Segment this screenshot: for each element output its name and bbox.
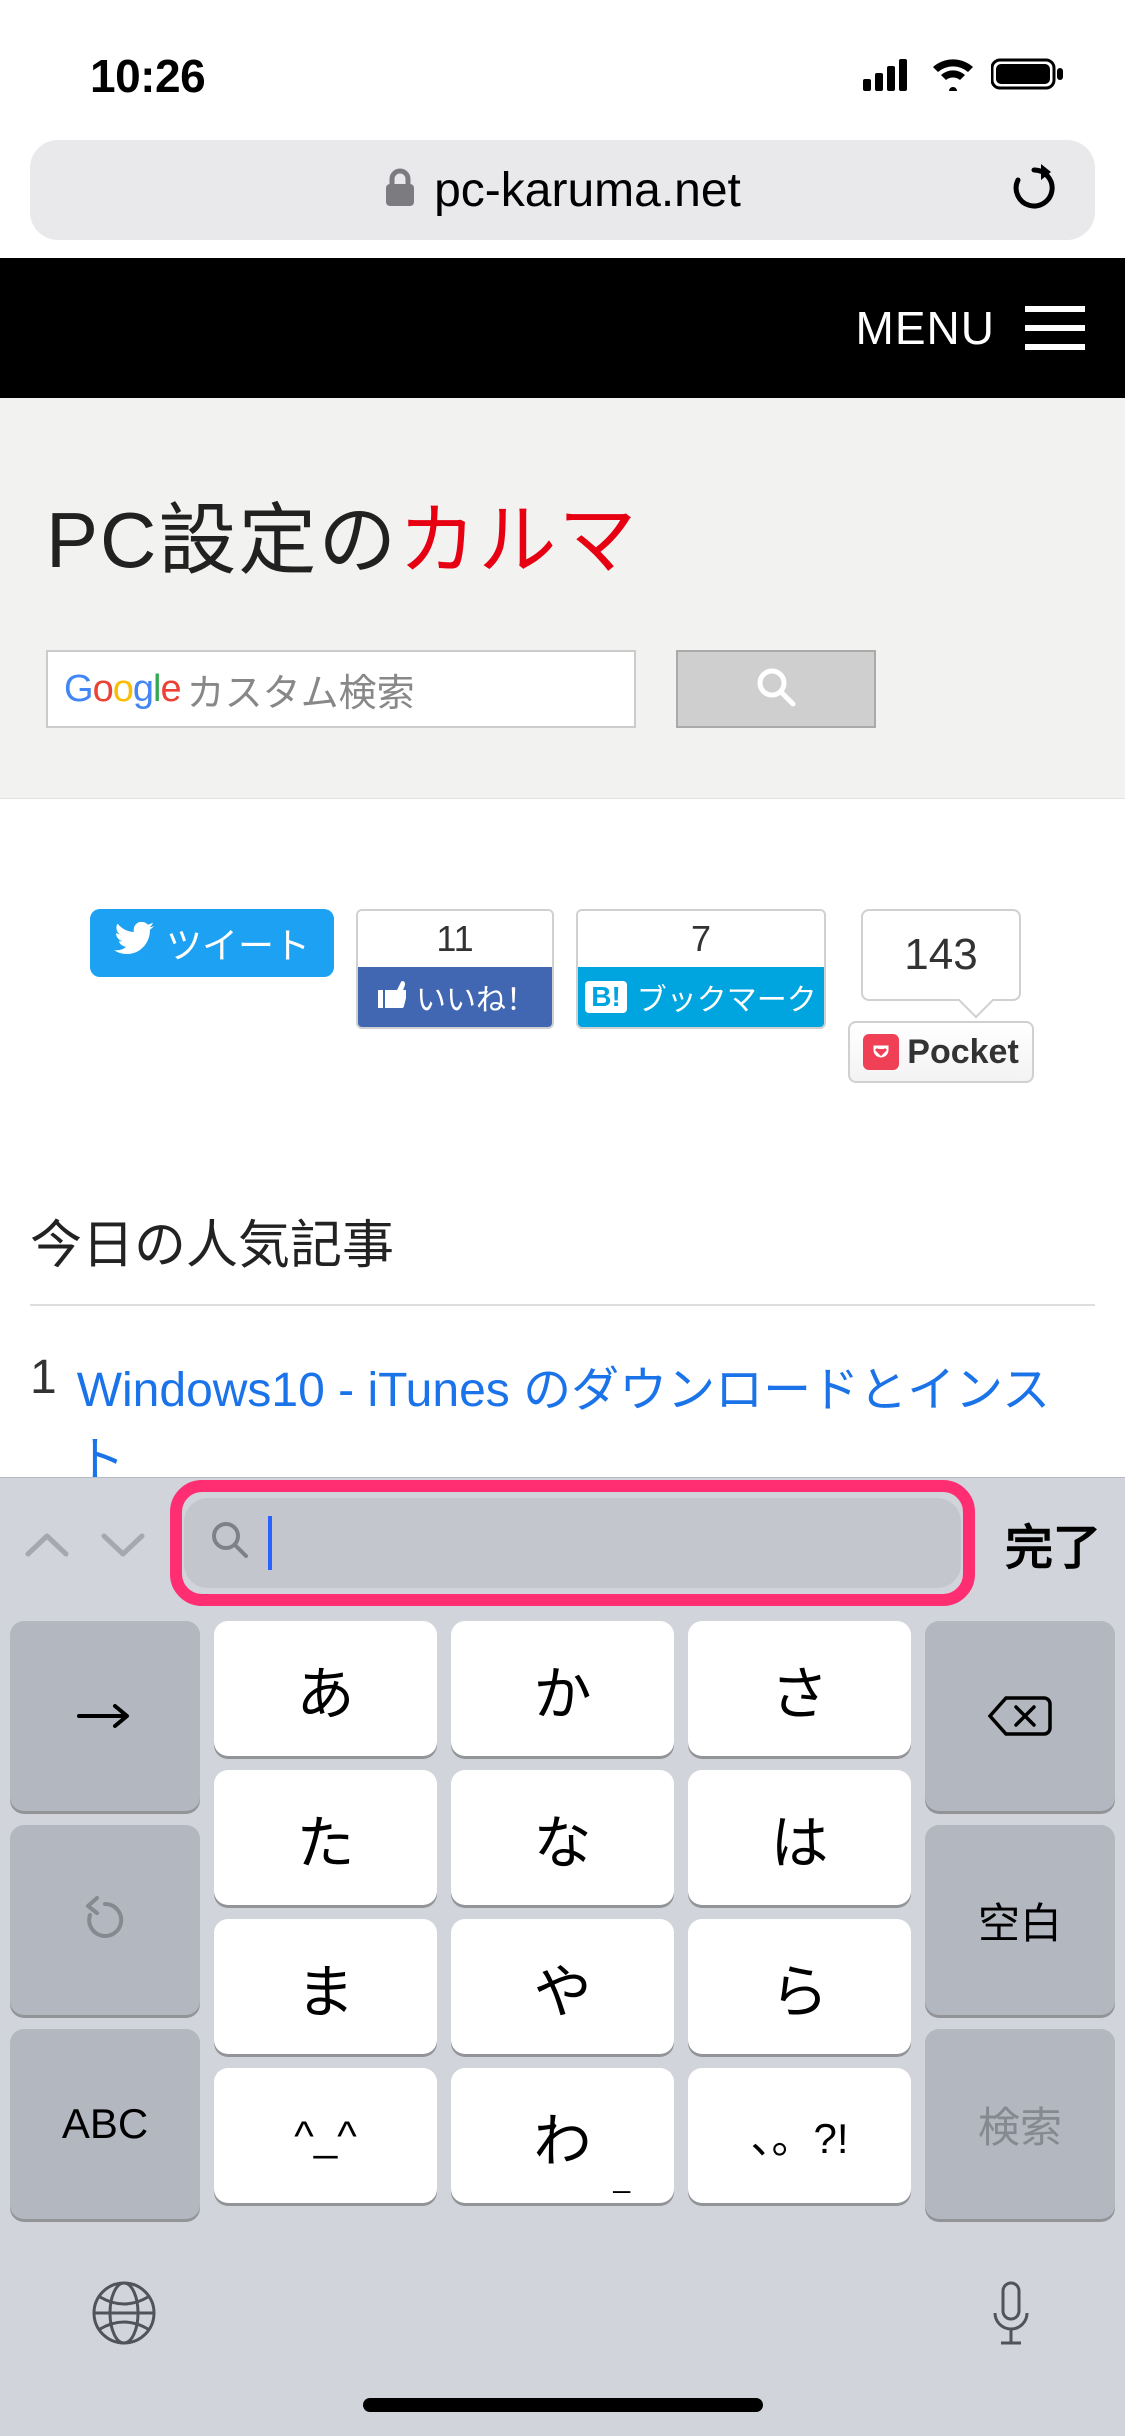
wifi-icon: [929, 57, 977, 96]
key-undo[interactable]: [10, 1825, 200, 2015]
popular-num: 1: [30, 1350, 57, 1490]
popular-link: Windows10 - iTunes のダウンロードとインスト: [77, 1350, 1095, 1490]
site-title-prefix: PC設定の: [46, 496, 398, 584]
key-a[interactable]: あ: [214, 1621, 437, 1756]
pocket-button[interactable]: Pocket: [848, 1021, 1034, 1083]
pocket-label: Pocket: [907, 1033, 1019, 1072]
hatena-icon: B!: [585, 981, 627, 1013]
google-search-input[interactable]: Google カスタム検索: [46, 650, 636, 728]
prev-field-icon[interactable]: [24, 1513, 70, 1573]
key-ya[interactable]: や: [451, 1919, 674, 2054]
mic-icon[interactable]: [987, 2279, 1035, 2356]
facebook-count: 11: [358, 911, 552, 967]
keyboard: ABC あ か さ た な は ま や ら ^_^ わ_ 、。?!: [0, 1607, 1125, 2219]
key-ta[interactable]: た: [214, 1770, 437, 1905]
key-ka[interactable]: か: [451, 1621, 674, 1756]
keyboard-accessory: 完了: [0, 1477, 1125, 1607]
address-bar[interactable]: pc-karuma.net: [30, 140, 1095, 240]
key-space[interactable]: 空白: [925, 1825, 1115, 2015]
site-nav: MENU: [0, 258, 1125, 398]
keyboard-area: 完了 ABC あ か さ た な は ま: [0, 1477, 1125, 2436]
thumbs-up-icon: [374, 978, 406, 1016]
key-punct[interactable]: 、。?!: [688, 2068, 911, 2203]
text-cursor: [268, 1516, 272, 1570]
pocket-count: 143: [861, 909, 1021, 1001]
hatena-share[interactable]: 7 B! ブックマーク: [576, 909, 826, 1029]
google-search-button[interactable]: [676, 650, 876, 728]
key-ha[interactable]: は: [688, 1770, 911, 1905]
popular-heading: 今日の人気記事: [30, 1203, 1095, 1304]
key-arrow-right[interactable]: [10, 1621, 200, 1811]
menu-label[interactable]: MENU: [856, 301, 995, 355]
url-text: pc-karuma.net: [434, 163, 741, 218]
content: ツイート 11 いいね！ 7 B! ブックマーク 143: [0, 798, 1125, 1490]
site-title[interactable]: PC設定のカルマ: [46, 478, 1079, 590]
google-logo: Google: [64, 668, 181, 711]
pocket-share: 143 Pocket: [848, 909, 1034, 1083]
hamburger-icon[interactable]: [1025, 306, 1085, 350]
reload-icon[interactable]: [1011, 162, 1057, 219]
share-row: ツイート 11 いいね！ 7 B! ブックマーク 143: [0, 799, 1125, 1083]
next-field-icon[interactable]: [100, 1513, 146, 1573]
tweet-label: ツイート: [166, 917, 310, 969]
battery-icon: [991, 57, 1065, 96]
hatena-count: 7: [578, 911, 824, 967]
inline-search-field[interactable]: [184, 1498, 961, 1588]
popular-section: 今日の人気記事 1 Windows10 - iTunes のダウンロードとインス…: [0, 1083, 1125, 1490]
search-icon: [210, 1520, 250, 1565]
lock-icon: [384, 168, 416, 213]
facebook-label: いいね！: [416, 975, 536, 1019]
tweet-button[interactable]: ツイート: [90, 909, 334, 977]
key-backspace[interactable]: [925, 1621, 1115, 1811]
key-wa[interactable]: わ_: [451, 2068, 674, 2203]
key-na[interactable]: な: [451, 1770, 674, 1905]
address-bar-container: pc-karuma.net: [0, 132, 1125, 258]
hatena-label: ブックマーク: [637, 975, 817, 1019]
status-icons: [863, 57, 1065, 96]
key-abc[interactable]: ABC: [10, 2029, 200, 2219]
key-ma[interactable]: ま: [214, 1919, 437, 2054]
key-search[interactable]: 検索: [925, 2029, 1115, 2219]
cellular-icon: [863, 57, 915, 96]
pocket-icon: [863, 1034, 899, 1070]
key-ra[interactable]: ら: [688, 1919, 911, 2054]
status-bar: 10:26: [0, 0, 1125, 132]
status-time: 10:26: [90, 49, 205, 103]
key-sa[interactable]: さ: [688, 1621, 911, 1756]
google-search-placeholder: カスタム検索: [187, 662, 415, 717]
keyboard-done-button[interactable]: 完了: [979, 1508, 1101, 1578]
key-emoji[interactable]: ^_^: [214, 2068, 437, 2203]
search-icon: [755, 666, 797, 713]
twitter-icon: [114, 922, 154, 965]
popular-item[interactable]: 1 Windows10 - iTunes のダウンロードとインスト: [30, 1306, 1095, 1490]
globe-icon[interactable]: [90, 2279, 158, 2356]
home-indicator[interactable]: [363, 2398, 763, 2412]
site-title-karma: カルマ: [398, 496, 638, 584]
page-header: PC設定のカルマ Google カスタム検索: [0, 398, 1125, 798]
facebook-share[interactable]: 11 いいね！: [356, 909, 554, 1029]
